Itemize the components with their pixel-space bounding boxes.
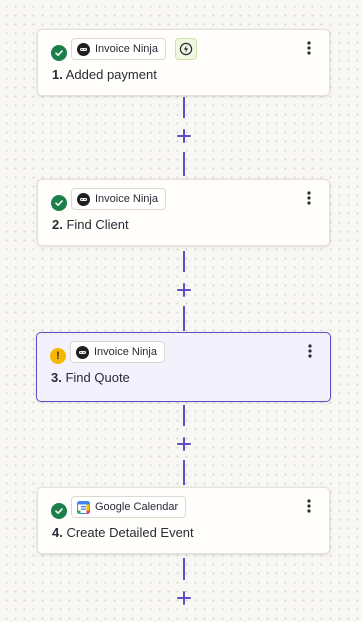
step-number: 3. xyxy=(51,370,62,385)
connector-line xyxy=(183,251,185,272)
add-step-plus-icon[interactable] xyxy=(175,127,193,145)
step-title: 1. Added payment xyxy=(52,67,157,82)
warning-icon: ! xyxy=(50,348,66,364)
google-calendar-icon xyxy=(77,500,90,514)
more-options-icon[interactable] xyxy=(302,189,316,207)
connector-line xyxy=(183,558,185,580)
app-name: Google Calendar xyxy=(95,501,179,513)
app-name: Invoice Ninja xyxy=(95,193,158,205)
add-step-plus-icon[interactable] xyxy=(175,589,193,607)
more-options-icon[interactable] xyxy=(302,497,316,515)
invoice-ninja-icon xyxy=(77,192,90,206)
more-options-icon[interactable] xyxy=(302,39,316,57)
step-card-2[interactable]: Invoice Ninja 2. Find Client xyxy=(37,179,330,246)
check-circle-icon xyxy=(51,503,67,519)
connector-line xyxy=(183,460,185,485)
step-title: 3. Find Quote xyxy=(51,370,130,385)
step-card-1[interactable]: Invoice Ninja 1. Added payment xyxy=(37,29,330,96)
add-step-plus-icon[interactable] xyxy=(175,281,193,299)
connector-line xyxy=(183,152,185,176)
instant-trigger-icon[interactable] xyxy=(175,38,197,60)
step-name: Added payment xyxy=(65,67,157,82)
app-chip[interactable]: Invoice Ninja xyxy=(71,188,166,210)
step-number: 1. xyxy=(52,67,63,82)
check-circle-icon xyxy=(51,45,67,61)
check-circle-icon xyxy=(51,195,67,211)
warning-glyph: ! xyxy=(56,349,60,362)
step-title: 2. Find Client xyxy=(52,217,129,232)
connector-line xyxy=(183,97,185,118)
add-step-plus-icon[interactable] xyxy=(175,435,193,453)
app-chip[interactable]: Invoice Ninja xyxy=(70,341,165,363)
app-name: Invoice Ninja xyxy=(95,43,158,55)
connector-line xyxy=(183,306,185,331)
app-chip[interactable]: Google Calendar xyxy=(71,496,187,518)
app-chip[interactable]: Invoice Ninja xyxy=(71,38,166,60)
step-number: 2. xyxy=(52,217,63,232)
invoice-ninja-icon xyxy=(76,345,89,359)
step-name: Create Detailed Event xyxy=(66,525,194,540)
more-options-icon[interactable] xyxy=(303,342,317,360)
step-card-3[interactable]: ! Invoice Ninja 3. Find Quote xyxy=(36,332,331,402)
app-name: Invoice Ninja xyxy=(94,346,157,358)
connector-line xyxy=(183,405,185,426)
step-name: Find Client xyxy=(66,217,129,232)
step-card-4[interactable]: Google Calendar 4. Create Detailed Event xyxy=(37,487,330,554)
step-title: 4. Create Detailed Event xyxy=(52,525,194,540)
invoice-ninja-icon xyxy=(77,42,90,56)
step-name: Find Quote xyxy=(65,370,130,385)
step-number: 4. xyxy=(52,525,63,540)
